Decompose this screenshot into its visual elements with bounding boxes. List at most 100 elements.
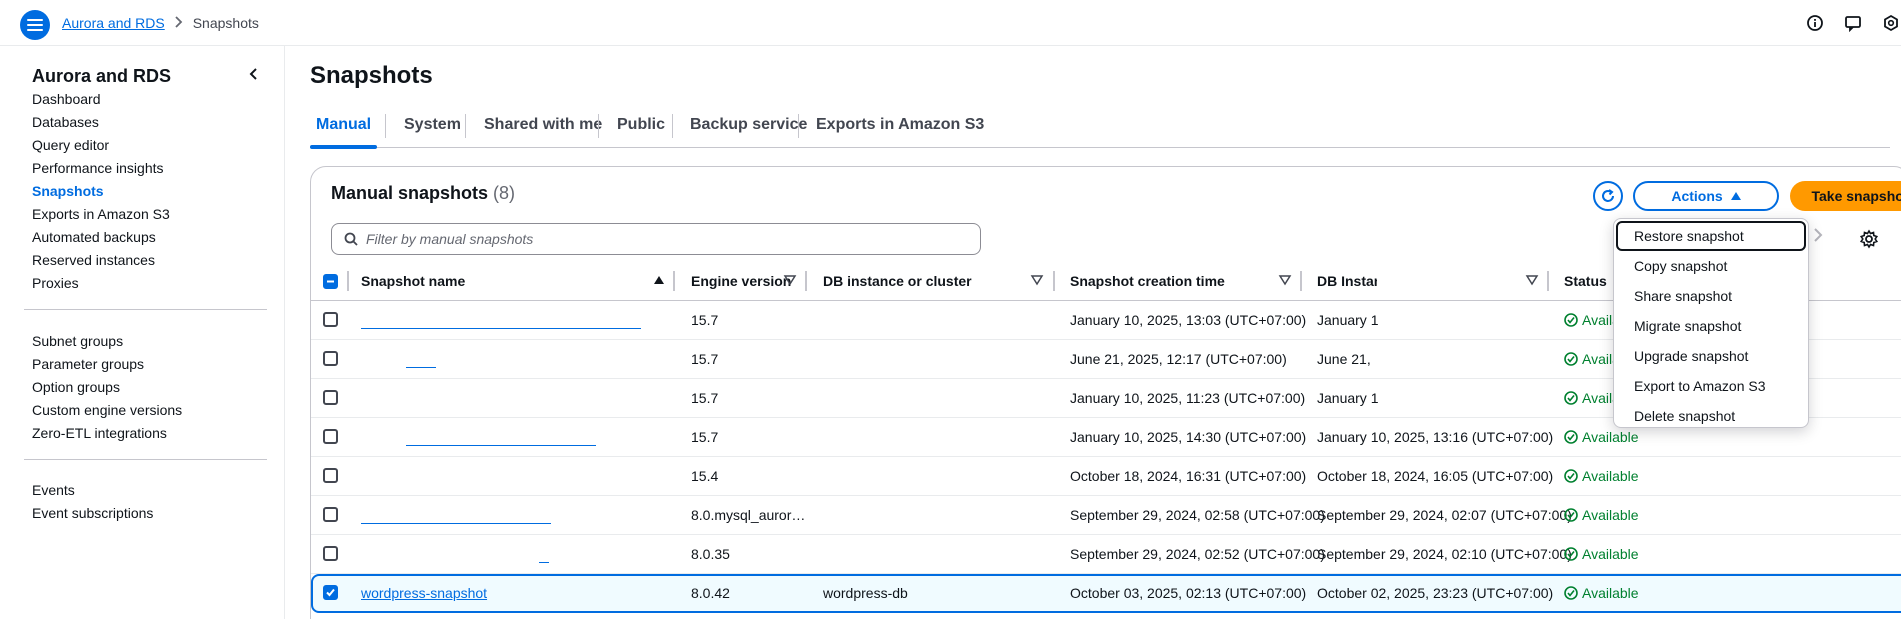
table-row[interactable]: 15.4 October 18, 2024, 16:31 (UTC+07:00)… [311, 457, 1901, 496]
row-checkbox[interactable] [323, 429, 338, 444]
sidebar-item-query-editor[interactable]: Query editor [32, 137, 109, 153]
db-created-time: October 18, 2024, 16:05 (UTC+07:00) [1317, 468, 1554, 484]
column-divider [347, 271, 349, 291]
sidebar-item-option-groups[interactable]: Option groups [32, 379, 120, 395]
column-header-status[interactable]: Status [1564, 273, 1607, 289]
snapshot-name-link[interactable]: wordpress-snapshot [361, 585, 487, 601]
column-header-db-instance-created[interactable]: DB Instance created time [1317, 273, 1377, 289]
page-title: Snapshots [310, 62, 433, 89]
db-created-time: June 21, [1317, 351, 1371, 367]
menu-item-migrate-snapshot[interactable]: Migrate snapshot [1614, 311, 1808, 341]
tab-bar: Manual System Shared with me Public Back… [309, 102, 1890, 149]
menu-item-upgrade-snapshot[interactable]: Upgrade snapshot [1614, 341, 1808, 371]
check-circle-icon [1564, 508, 1578, 522]
sidebar-item-event-subscriptions[interactable]: Event subscriptions [32, 505, 153, 521]
sidebar-item-snapshots[interactable]: Snapshots [32, 183, 104, 199]
redacted-snapshot-link[interactable] [361, 523, 551, 524]
settings-top-icon[interactable] [1881, 13, 1901, 33]
sidebar-item-proxies[interactable]: Proxies [32, 275, 79, 291]
sidebar-item-custom-engine-versions[interactable]: Custom engine versions [32, 402, 182, 418]
sidebar-item-exports-s3[interactable]: Exports in Amazon S3 [32, 206, 170, 222]
tab-separator [798, 114, 799, 138]
sort-icon[interactable] [1030, 273, 1044, 287]
menu-item-restore-snapshot[interactable]: Restore snapshot [1616, 221, 1806, 251]
actions-button[interactable]: Actions [1633, 181, 1779, 211]
status: Available [1564, 546, 1639, 562]
column-divider [1300, 271, 1302, 291]
creation-time: June 21, 2025, 12:17 (UTC+07:00) [1070, 351, 1287, 367]
collapse-sidebar-button[interactable] [244, 64, 264, 84]
row-checkbox[interactable] [323, 312, 338, 327]
filter-input[interactable] [366, 231, 956, 247]
status-text: Available [1582, 468, 1639, 484]
sidebar-item-reserved-instances[interactable]: Reserved instances [32, 252, 155, 268]
info-icon[interactable] [1805, 13, 1825, 33]
redacted-snapshot-link[interactable] [539, 562, 549, 563]
sidebar: Aurora and RDS Dashboard Databases Query… [0, 46, 285, 619]
row-checkbox[interactable] [323, 468, 338, 483]
sort-icon[interactable] [783, 273, 797, 287]
menu-item-delete-snapshot[interactable]: Delete snapshot [1614, 401, 1808, 431]
take-snapshot-button[interactable]: Take snapshot [1790, 181, 1901, 211]
redacted-snapshot-link[interactable] [361, 328, 641, 329]
column-header-engine-version[interactable]: Engine version [691, 273, 791, 289]
engine-version: 15.7 [691, 429, 719, 445]
table-row[interactable]: 8.0.mysql_auror… September 29, 2024, 02:… [311, 496, 1901, 535]
tab-public[interactable]: Public [617, 102, 665, 148]
engine-version: 8.0.mysql_auror… [691, 507, 806, 523]
redacted-snapshot-link[interactable] [406, 367, 436, 368]
column-divider [1547, 271, 1549, 291]
sidebar-item-automated-backups[interactable]: Automated backups [32, 229, 156, 245]
tab-separator [385, 114, 386, 138]
tab-manual[interactable]: Manual [309, 102, 378, 149]
column-header-snapshot-name[interactable]: Snapshot name [361, 273, 465, 289]
status: Available [1564, 507, 1639, 523]
sidebar-divider [24, 459, 267, 460]
feedback-icon[interactable] [1843, 13, 1863, 33]
column-header-db-instance[interactable]: DB instance or cluster [823, 273, 972, 289]
sidebar-item-performance-insights[interactable]: Performance insights [32, 160, 164, 176]
sidebar-item-dashboard[interactable]: Dashboard [32, 91, 101, 107]
engine-version: 15.7 [691, 390, 719, 406]
engine-version: 15.7 [691, 351, 719, 367]
sidebar-item-databases[interactable]: Databases [32, 114, 99, 130]
status: Available [1564, 468, 1639, 484]
row-checkbox[interactable] [323, 351, 338, 366]
db-created-time: January 1 [1317, 312, 1379, 328]
tab-backup-service[interactable]: Backup service [690, 102, 807, 148]
sidebar-item-zero-etl[interactable]: Zero-ETL integrations [32, 425, 167, 441]
menu-item-copy-snapshot[interactable]: Copy snapshot [1614, 251, 1808, 281]
breadcrumb-root-link[interactable]: Aurora and RDS [62, 15, 165, 31]
menu-item-share-snapshot[interactable]: Share snapshot [1614, 281, 1808, 311]
hamburger-icon [27, 19, 43, 31]
breadcrumb-current: Snapshots [192, 15, 259, 31]
status-text: Available [1582, 507, 1639, 523]
row-checkbox[interactable] [323, 390, 338, 405]
row-checkbox-checked[interactable] [323, 585, 338, 600]
sidebar-item-parameter-groups[interactable]: Parameter groups [32, 356, 144, 372]
search-icon [344, 232, 358, 246]
menu-button[interactable] [20, 10, 50, 40]
table-settings-button[interactable] [1859, 229, 1879, 249]
column-header-creation-time[interactable]: Snapshot creation time [1070, 273, 1225, 289]
next-page-button[interactable] [1813, 227, 1833, 251]
engine-version: 8.0.42 [691, 585, 730, 601]
menu-item-export-s3[interactable]: Export to Amazon S3 [1614, 371, 1808, 401]
check-circle-icon [1564, 352, 1578, 366]
check-circle-icon [1564, 313, 1578, 327]
row-checkbox[interactable] [323, 507, 338, 522]
sidebar-item-events[interactable]: Events [32, 482, 75, 498]
sidebar-item-subnet-groups[interactable]: Subnet groups [32, 333, 123, 349]
table-row-selected[interactable]: wordpress-snapshot 8.0.42 wordpress-db O… [311, 574, 1901, 613]
tab-system[interactable]: System [404, 102, 461, 148]
row-checkbox[interactable] [323, 546, 338, 561]
sort-ascending-icon[interactable] [652, 273, 666, 287]
sort-icon[interactable] [1525, 273, 1539, 287]
table-row[interactable]: 8.0.35 September 29, 2024, 02:52 (UTC+07… [311, 535, 1901, 574]
refresh-button[interactable] [1593, 181, 1623, 211]
select-all-checkbox[interactable] [323, 274, 338, 289]
sort-icon[interactable] [1278, 273, 1292, 287]
tab-exports-s3[interactable]: Exports in Amazon S3 [816, 102, 984, 148]
tab-shared-with-me[interactable]: Shared with me [484, 102, 602, 148]
redacted-snapshot-link[interactable] [406, 445, 596, 446]
